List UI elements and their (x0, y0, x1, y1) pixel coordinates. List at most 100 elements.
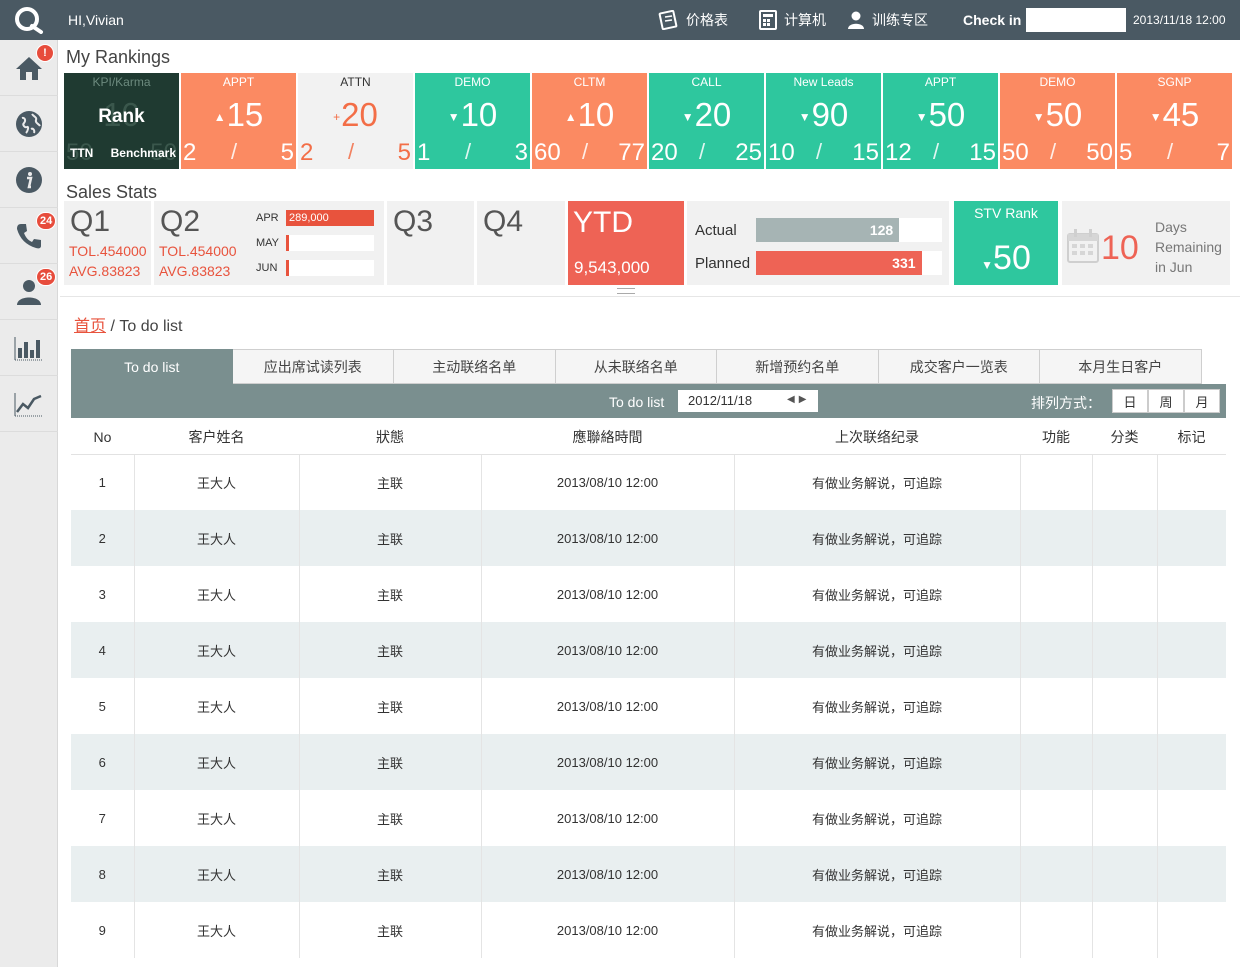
month-bar-track: 289,000 (286, 210, 374, 226)
sidebar-item-bar-chart[interactable] (0, 320, 58, 376)
col-header-status[interactable]: 狀態 (299, 420, 481, 455)
tab-active-contact-list[interactable]: 主动联络名单 (394, 349, 556, 384)
training-zone-link[interactable]: 训练专区 (846, 10, 928, 30)
cell-mark[interactable] (1157, 622, 1226, 678)
cell-mark[interactable] (1157, 510, 1226, 566)
table-row[interactable]: 4 王大人 主联 2013/08/10 12:00 有做业务解说，可追踪 (71, 622, 1226, 678)
table-row[interactable]: 6 王大人 主联 2013/08/10 12:00 有做业务解说，可追踪 (71, 734, 1226, 790)
table-row[interactable]: 7 王大人 主联 2013/08/10 12:00 有做业务解说，可追踪 (71, 790, 1226, 846)
cell-category[interactable] (1092, 678, 1158, 734)
sort-by-month-button[interactable]: 月 (1184, 389, 1220, 413)
q1-stats[interactable]: Q1 TOL.454000 AVG.83823 (64, 201, 151, 285)
cell-no: 1 (71, 454, 135, 510)
tab-never-contacted-list[interactable]: 从未联络名单 (555, 349, 717, 384)
ranking-tile-value: 90 (811, 96, 849, 133)
cell-category[interactable] (1092, 902, 1158, 958)
app-logo[interactable] (14, 6, 44, 34)
cell-category[interactable] (1092, 454, 1158, 510)
cell-function[interactable] (1020, 846, 1093, 902)
cell-mark[interactable] (1157, 846, 1226, 902)
check-in-input[interactable] (1026, 8, 1126, 32)
resize-grip[interactable] (617, 288, 635, 294)
cell-category[interactable] (1092, 510, 1158, 566)
planned-bar-track: 331 (756, 251, 942, 275)
breadcrumb-home-link[interactable]: 首页 (74, 318, 106, 335)
sidebar-item-person[interactable]: 26 (0, 264, 58, 320)
sidebar-item-home[interactable]: ! (0, 40, 58, 96)
cell-function[interactable] (1020, 790, 1093, 846)
cell-mark[interactable] (1157, 566, 1226, 622)
ranking-tile-slash: / (816, 139, 823, 164)
ranking-tile[interactable]: SGNP ▼45 5/7 (1117, 73, 1232, 169)
ranking-tile[interactable]: APPT ▼50 12/15 (883, 73, 998, 169)
date-prev-next-arrows[interactable]: ◀▶ (787, 394, 810, 405)
cell-function[interactable] (1020, 510, 1093, 566)
col-header-mark[interactable]: 标记 (1157, 420, 1226, 455)
cell-function[interactable] (1020, 734, 1093, 790)
ranking-tile-label: New Leads (793, 75, 854, 89)
tab-new-appointment-list[interactable]: 新增预约名单 (717, 349, 879, 384)
cell-category[interactable] (1092, 622, 1158, 678)
sidebar-item-info[interactable] (0, 152, 58, 208)
q2-average: AVG.83823 (159, 263, 231, 279)
rank-tile[interactable]: KPI/Karma 10 Rank 50 50 TTN Benchmark (64, 73, 179, 169)
q4-stats[interactable]: Q4 (477, 201, 565, 285)
table-row[interactable]: 1 王大人 主联 2013/08/10 12:00 有做业务解说，可追踪 (71, 454, 1226, 510)
calculator-link[interactable]: 计算机 (758, 10, 826, 30)
price-list-link[interactable]: 价格表 (658, 10, 728, 30)
cell-function[interactable] (1020, 902, 1093, 958)
trend-up-icon: ▲ (564, 110, 577, 125)
prev-date-arrow-icon[interactable]: ◀ (787, 394, 799, 405)
tab-to-do-list[interactable]: To do list (71, 349, 233, 384)
ranking-tile-label: APPT (222, 75, 255, 89)
cell-function[interactable] (1020, 622, 1093, 678)
cell-function[interactable] (1020, 678, 1093, 734)
cell-category[interactable] (1092, 846, 1158, 902)
cell-mark[interactable] (1157, 790, 1226, 846)
table-row[interactable]: 8 王大人 主联 2013/08/10 12:00 有做业务解说，可追踪 (71, 846, 1226, 902)
sort-by-day-button[interactable]: 日 (1112, 389, 1148, 413)
col-header-no[interactable]: No (71, 420, 134, 455)
table-row[interactable]: 3 王大人 主联 2013/08/10 12:00 有做业务解说，可追踪 (71, 566, 1226, 622)
tab-trial-attendance-list[interactable]: 应出席试读列表 (232, 349, 394, 384)
ranking-tile[interactable]: ATTN +20 2/5 (298, 73, 413, 169)
table-row[interactable]: 9 王大人 主联 2013/08/10 12:00 有做业务解说，可追踪 (71, 902, 1226, 958)
cell-mark[interactable] (1157, 678, 1226, 734)
sidebar-item-line-chart[interactable] (0, 376, 58, 432)
ranking-tile[interactable]: New Leads ▼90 10/15 (766, 73, 881, 169)
ranking-tile[interactable]: CLTM ▲10 60/77 (532, 73, 647, 169)
q3-stats[interactable]: Q3 (387, 201, 474, 285)
cell-function[interactable] (1020, 566, 1093, 622)
stv-rank-value: 50 (993, 239, 1031, 277)
bar-chart-icon (14, 336, 43, 360)
tab-closed-customers-list[interactable]: 成交客户一览表 (878, 349, 1040, 384)
ranking-tile[interactable]: DEMO ▼50 50/50 (1000, 73, 1115, 169)
sidebar-item-globe[interactable] (0, 96, 58, 152)
col-header-function[interactable]: 功能 (1020, 420, 1092, 455)
cell-mark[interactable] (1157, 902, 1226, 958)
cell-category[interactable] (1092, 734, 1158, 790)
ranking-tile[interactable]: APPT ▲15 2/5 (181, 73, 296, 169)
col-header-last-contact[interactable]: 上次联络纪录 (734, 420, 1020, 455)
ytd-card[interactable]: YTD 9,543,000 (568, 201, 684, 285)
training-zone-label: 训练专区 (872, 12, 928, 28)
cell-mark[interactable] (1157, 454, 1226, 510)
ranking-tile-value: 45 (1162, 96, 1200, 133)
ranking-tile[interactable]: CALL ▼20 20/25 (649, 73, 764, 169)
cell-mark[interactable] (1157, 734, 1226, 790)
col-header-category[interactable]: 分类 (1092, 420, 1157, 455)
tab-birthday-customers[interactable]: 本月生日客户 (1040, 349, 1202, 384)
cell-function[interactable] (1020, 454, 1093, 510)
ranking-tile[interactable]: DEMO ▼10 1/3 (415, 73, 530, 169)
next-date-arrow-icon[interactable]: ▶ (799, 394, 811, 405)
table-row[interactable]: 2 王大人 主联 2013/08/10 12:00 有做业务解说，可追踪 (71, 510, 1226, 566)
cell-category[interactable] (1092, 790, 1158, 846)
sort-by-week-button[interactable]: 周 (1148, 389, 1184, 413)
col-header-contact-time[interactable]: 應聯絡時間 (481, 420, 734, 455)
cell-category[interactable] (1092, 566, 1158, 622)
sidebar-item-phone[interactable]: 24 (0, 208, 58, 264)
stv-rank-card[interactable]: STV Rank ▼50 (954, 201, 1058, 285)
sales-stats-title: Sales Stats (66, 182, 158, 202)
table-row[interactable]: 5 王大人 主联 2013/08/10 12:00 有做业务解说，可追踪 (71, 678, 1226, 734)
col-header-customer-name[interactable]: 客户姓名 (134, 420, 299, 455)
